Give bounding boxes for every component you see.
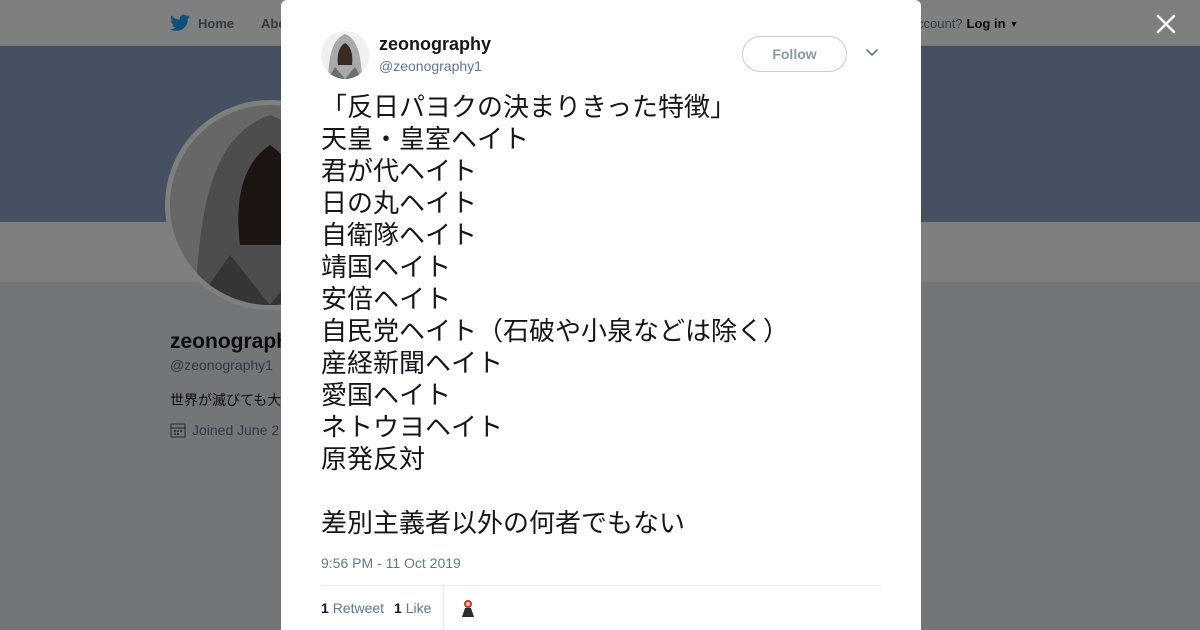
- like-count: 1: [394, 600, 402, 616]
- follow-button[interactable]: Follow: [742, 36, 847, 72]
- retweet-label: Retweet: [332, 600, 385, 616]
- tweet-line: 自衛隊ヘイト: [321, 221, 478, 251]
- tweet-line: 君が代ヘイト: [321, 157, 478, 187]
- retweet-count: 1: [321, 600, 329, 616]
- tweet-author-handle[interactable]: @zeonography1: [379, 58, 482, 74]
- more-options-button[interactable]: [865, 46, 879, 60]
- avatar[interactable]: [321, 31, 369, 79]
- tweet-stats: 1 Retweet 1 Like: [321, 600, 431, 616]
- tweet-author-name[interactable]: zeonography: [379, 34, 491, 55]
- tweet-line: 原発反対: [321, 445, 426, 475]
- liker-avatar-icon: [457, 597, 479, 619]
- tweet-line: 産経新聞ヘイト: [321, 349, 504, 379]
- liker-avatar[interactable]: [457, 597, 479, 619]
- tweet-line: 日の丸ヘイト: [321, 189, 478, 219]
- chevron-down-icon: [866, 49, 878, 56]
- like-stat[interactable]: 1 Like: [394, 600, 431, 616]
- tweet-line: ネトウヨヘイト: [321, 413, 504, 443]
- close-button[interactable]: [1152, 10, 1180, 38]
- tweet-timestamp[interactable]: 9:56 PM - 11 Oct 2019: [321, 555, 461, 571]
- retweet-stat[interactable]: 1 Retweet: [321, 600, 384, 616]
- assassin-avatar-icon: [321, 31, 369, 79]
- tweet-line: 愛国ヘイト: [321, 381, 452, 411]
- like-label: Like: [405, 600, 432, 616]
- divider: [321, 585, 881, 586]
- close-icon: [1156, 14, 1176, 34]
- stats-divider: [443, 586, 444, 630]
- tweet-line: 天皇・皇室ヘイト: [321, 125, 530, 155]
- tweet-text: 「反日パヨクの決まりきった特徴」 天皇・皇室ヘイト 君が代ヘイト 日の丸ヘイト …: [321, 92, 881, 540]
- tweet-line: 「反日パヨクの決まりきった特徴」: [321, 93, 736, 123]
- tweet-line: 安倍ヘイト: [321, 285, 452, 315]
- tweet-line: 自民党ヘイト（石破や小泉などは除く）: [321, 317, 790, 347]
- tweet-line: 靖国ヘイト: [321, 253, 452, 283]
- tweet-modal: zeonography @zeonography1 Follow 「反日パヨクの…: [281, 0, 921, 630]
- tweet-closing-line: 差別主義者以外の何者でもない: [321, 509, 686, 539]
